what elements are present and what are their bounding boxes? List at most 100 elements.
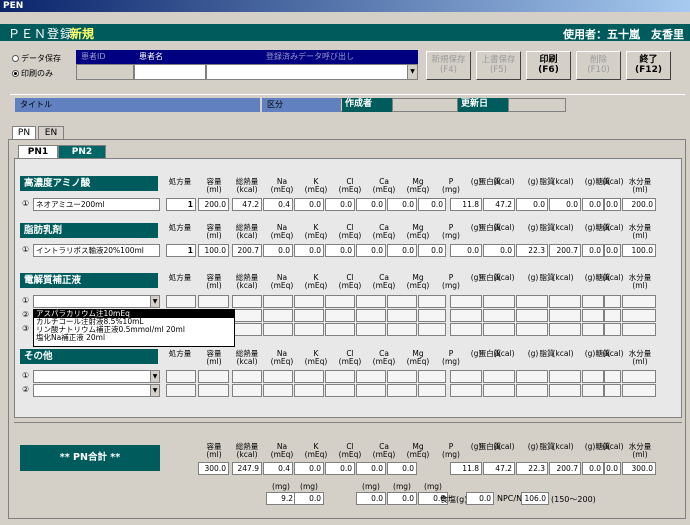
- electrolyte-mg-cell[interactable]: [387, 323, 417, 336]
- electrolyte-protein-g-cell[interactable]: [450, 323, 482, 336]
- fat-cl-cell[interactable]: 0.0: [325, 244, 355, 257]
- tab-pn2[interactable]: PN2: [58, 145, 106, 158]
- category-field[interactable]: 区分: [262, 98, 340, 112]
- fat-fat-kcal-cell[interactable]: 200.7: [549, 244, 581, 257]
- fat-fat-g-cell[interactable]: 22.3: [516, 244, 548, 257]
- fat-sugar-kcal-cell[interactable]: 0.0: [604, 244, 621, 257]
- amino-ca-cell[interactable]: 0.0: [356, 198, 386, 211]
- amino-volume-cell[interactable]: 200.0: [198, 198, 229, 211]
- electrolyte-kcal-cell[interactable]: [232, 323, 262, 336]
- electrolyte-fat-g-cell[interactable]: [516, 323, 548, 336]
- electrolyte-sugar-g-cell[interactable]: [582, 309, 604, 322]
- electrolyte-k-cell[interactable]: [294, 323, 324, 336]
- new-save-button[interactable]: 新規保存 (F4): [426, 51, 471, 80]
- electrolyte-k-cell[interactable]: [294, 309, 324, 322]
- other-protein-kcal-cell[interactable]: [483, 370, 515, 383]
- amino-water-cell[interactable]: 200.0: [622, 198, 656, 211]
- amino-na-cell[interactable]: 0.4: [263, 198, 293, 211]
- electrolyte-sugar-kcal-cell[interactable]: [604, 309, 621, 322]
- amino-sugar-g-cell[interactable]: 0.0: [582, 198, 604, 211]
- other-qty-input[interactable]: [166, 384, 196, 397]
- other-volume-cell[interactable]: [198, 384, 229, 397]
- electrolyte-qty-input[interactable]: [166, 295, 196, 308]
- other-kcal-cell[interactable]: [232, 370, 262, 383]
- other-drug-select[interactable]: ▼: [33, 384, 160, 397]
- radio-save-data[interactable]: データ保存: [12, 53, 61, 64]
- electrolyte-volume-cell[interactable]: [198, 295, 229, 308]
- other-sugar-g-cell[interactable]: [582, 384, 604, 397]
- electrolyte-kcal-cell[interactable]: [232, 309, 262, 322]
- electrolyte-kcal-cell[interactable]: [232, 295, 262, 308]
- other-fat-kcal-cell[interactable]: [549, 384, 581, 397]
- tab-pn1[interactable]: PN1: [18, 145, 58, 158]
- electrolyte-mg-cell[interactable]: [387, 295, 417, 308]
- electrolyte-p-cell[interactable]: [418, 295, 446, 308]
- other-ca-cell[interactable]: [356, 384, 386, 397]
- patient-name-input[interactable]: [134, 64, 206, 80]
- fat-water-cell[interactable]: 100.0: [622, 244, 656, 257]
- electrolyte-protein-g-cell[interactable]: [450, 309, 482, 322]
- electrolyte-protein-g-cell[interactable]: [450, 295, 482, 308]
- other-kcal-cell[interactable]: [232, 384, 262, 397]
- other-water-cell[interactable]: [622, 370, 656, 383]
- electrolyte-sugar-kcal-cell[interactable]: [604, 295, 621, 308]
- amino-k-cell[interactable]: 0.0: [294, 198, 324, 211]
- other-fat-g-cell[interactable]: [516, 384, 548, 397]
- other-protein-kcal-cell[interactable]: [483, 384, 515, 397]
- other-ca-cell[interactable]: [356, 370, 386, 383]
- fat-mg-cell[interactable]: 0.0: [387, 244, 417, 257]
- amino-kcal-cell[interactable]: 47.2: [232, 198, 262, 211]
- electrolyte-water-cell[interactable]: [622, 323, 656, 336]
- amino-cl-cell[interactable]: 0.0: [325, 198, 355, 211]
- electrolyte-na-cell[interactable]: [263, 309, 293, 322]
- electrolyte-cl-cell[interactable]: [325, 323, 355, 336]
- amino-sugar-kcal-cell[interactable]: 0.0: [604, 198, 621, 211]
- other-protein-g-cell[interactable]: [450, 370, 482, 383]
- electrolyte-water-cell[interactable]: [622, 309, 656, 322]
- electrolyte-sugar-g-cell[interactable]: [582, 323, 604, 336]
- electrolyte-fat-g-cell[interactable]: [516, 295, 548, 308]
- amino-fat-kcal-cell[interactable]: 0.0: [549, 198, 581, 211]
- electrolyte-protein-kcal-cell[interactable]: [483, 295, 515, 308]
- electrolyte-ca-cell[interactable]: [356, 295, 386, 308]
- electrolyte-p-cell[interactable]: [418, 309, 446, 322]
- electrolyte-sugar-kcal-cell[interactable]: [604, 323, 621, 336]
- fat-k-cell[interactable]: 0.0: [294, 244, 324, 257]
- radio-print-only[interactable]: 印刷のみ: [12, 68, 53, 79]
- fat-qty-input[interactable]: 1: [166, 244, 196, 257]
- fat-sugar-g-cell[interactable]: 0.0: [582, 244, 604, 257]
- other-na-cell[interactable]: [263, 370, 293, 383]
- electrolyte-sugar-g-cell[interactable]: [582, 295, 604, 308]
- other-qty-input[interactable]: [166, 370, 196, 383]
- other-water-cell[interactable]: [622, 384, 656, 397]
- other-sugar-g-cell[interactable]: [582, 370, 604, 383]
- other-fat-g-cell[interactable]: [516, 370, 548, 383]
- electrolyte-fat-kcal-cell[interactable]: [549, 323, 581, 336]
- other-volume-cell[interactable]: [198, 370, 229, 383]
- tab-pn[interactable]: PN: [12, 126, 36, 139]
- other-k-cell[interactable]: [294, 370, 324, 383]
- other-drug-select[interactable]: ▼: [33, 370, 160, 383]
- fat-p-cell[interactable]: 0.0: [418, 244, 446, 257]
- amino-protein-kcal-cell[interactable]: 47.2: [483, 198, 515, 211]
- fat-volume-cell[interactable]: 100.0: [198, 244, 229, 257]
- amino-mg-cell[interactable]: 0.0: [387, 198, 417, 211]
- other-mg-cell[interactable]: [387, 370, 417, 383]
- other-na-cell[interactable]: [263, 384, 293, 397]
- amino-drug-select[interactable]: ネオアミユー200ml: [33, 198, 160, 211]
- other-sugar-kcal-cell[interactable]: [604, 370, 621, 383]
- patient-id-input[interactable]: [76, 64, 134, 80]
- other-k-cell[interactable]: [294, 384, 324, 397]
- fat-drug-select[interactable]: イントラリポス輸液20%100ml: [33, 244, 160, 257]
- electrolyte-mg-cell[interactable]: [387, 309, 417, 322]
- amino-p-cell[interactable]: 0.0: [418, 198, 446, 211]
- print-button[interactable]: 印刷 (F6): [526, 51, 571, 80]
- tab-en[interactable]: EN: [38, 126, 64, 139]
- other-mg-cell[interactable]: [387, 384, 417, 397]
- dropdown-option[interactable]: 塩化Na補正液 20ml: [34, 334, 234, 342]
- electrolyte-fat-kcal-cell[interactable]: [549, 309, 581, 322]
- electrolyte-protein-kcal-cell[interactable]: [483, 309, 515, 322]
- electrolyte-drug-select[interactable]: ▼: [33, 295, 160, 308]
- fat-kcal-cell[interactable]: 200.7: [232, 244, 262, 257]
- electrolyte-cl-cell[interactable]: [325, 295, 355, 308]
